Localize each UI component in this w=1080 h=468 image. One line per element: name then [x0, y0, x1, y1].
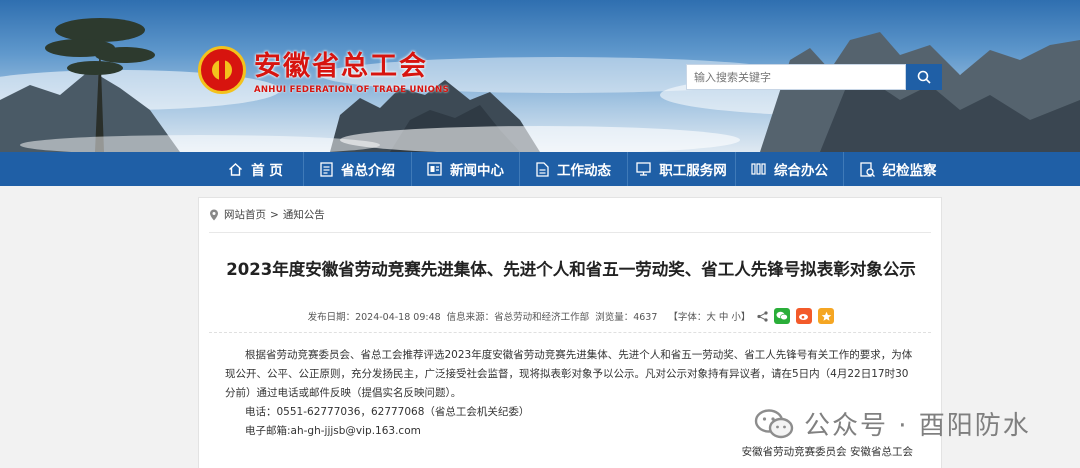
- file-icon: [536, 161, 549, 177]
- breadcrumb-home-link[interactable]: 网站首页: [224, 207, 266, 222]
- nav-item-home[interactable]: 首 页: [208, 152, 304, 186]
- nav-item-discipline[interactable]: 纪检监察: [844, 152, 952, 186]
- nav-item-work-updates[interactable]: 工作动态: [520, 152, 628, 186]
- nav-label: 工作动态: [557, 163, 611, 179]
- wechat-share-icon[interactable]: [774, 308, 791, 324]
- news-icon: [427, 162, 442, 176]
- nav-item-office[interactable]: 综合办公: [736, 152, 844, 186]
- columns-icon: [751, 162, 766, 176]
- meta-divider: [209, 332, 931, 333]
- publish-date: 发布日期：2024-04-18 09:48: [307, 312, 441, 323]
- nav-item-news[interactable]: 新闻中心: [412, 152, 520, 186]
- trade-union-emblem-icon: [198, 45, 246, 94]
- nav-label: 职工服务网: [659, 163, 727, 179]
- search-button[interactable]: [906, 64, 942, 90]
- nav-item-about[interactable]: 省总介绍: [304, 152, 412, 186]
- header-banner: 安徽省总工会 ANHUI FEDERATION OF TRADE UNIONS: [0, 0, 1080, 152]
- article-title: 2023年度安徽省劳动竞赛先进集体、先进个人和省五一劳动奖、省工人先锋号拟表彰对…: [226, 260, 916, 279]
- nav-label: 省总介绍: [341, 163, 395, 179]
- share-icon[interactable]: [757, 310, 769, 322]
- article-paragraph: 根据省劳动竞赛委员会、省总工会推荐评选2023年度安徽省劳动竞赛先进集体、先进个…: [225, 349, 913, 399]
- font-size-switcher[interactable]: 【字体：大 中 小】: [668, 309, 750, 323]
- home-icon: [228, 162, 243, 177]
- logo-chinese-text: 安徽省总工会: [254, 51, 428, 82]
- monitor-icon: [636, 162, 651, 176]
- nav-item-worker-services[interactable]: 职工服务网: [628, 152, 736, 186]
- location-pin-icon: [210, 209, 218, 220]
- nav-label: 综合办公: [774, 163, 828, 179]
- nav-label: 纪检监察: [882, 163, 937, 179]
- breadcrumb-separator: >: [270, 208, 279, 221]
- breadcrumb: 网站首页 > 通知公告: [209, 207, 325, 222]
- wechat-watermark: 公众号 · 酉阳防水: [754, 405, 1031, 442]
- logo-english-text: ANHUI FEDERATION OF TRADE UNIONS: [254, 85, 450, 95]
- article-signature: 安徽省劳动竞赛委员会 安徽省总工会: [741, 446, 913, 458]
- breadcrumb-current-link[interactable]: 通知公告: [283, 207, 325, 222]
- main-nav: 首 页 省总介绍 新闻中心 工作动态 职工服务网 综合办公 纪检监察: [0, 152, 1080, 186]
- wechat-logo-icon: [754, 408, 794, 438]
- search-input[interactable]: [686, 64, 906, 90]
- nav-label: 首 页: [251, 163, 283, 179]
- inspect-icon: [859, 161, 875, 177]
- info-source: 信息来源：省总劳动和经济工作部: [446, 312, 590, 323]
- view-count: 浏览量：4637: [595, 312, 658, 323]
- weibo-share-icon[interactable]: [796, 308, 813, 324]
- document-icon: [320, 161, 333, 177]
- breadcrumb-divider: [209, 232, 931, 233]
- site-logo[interactable]: 安徽省总工会 ANHUI FEDERATION OF TRADE UNIONS: [198, 44, 449, 95]
- nav-label: 新闻中心: [450, 163, 504, 179]
- watermark-text: 公众号 · 酉阳防水: [804, 411, 1031, 441]
- article-meta: 发布日期：2024-04-18 09:48 信息来源：省总劳动和经济工作部 浏览…: [199, 308, 943, 324]
- search-icon: [917, 70, 931, 84]
- search-box: [686, 64, 942, 90]
- favorite-star-icon[interactable]: [818, 308, 835, 324]
